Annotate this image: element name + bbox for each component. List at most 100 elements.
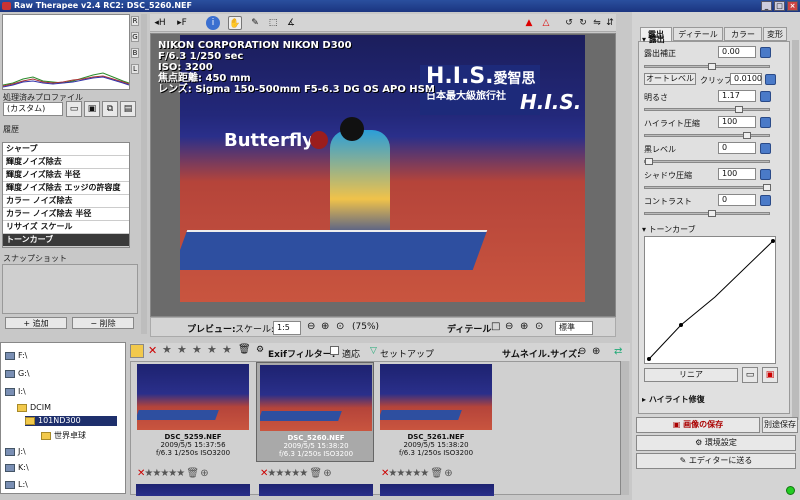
contrast-slider[interactable]: [644, 210, 770, 217]
tree-node[interactable]: 世界卓球: [41, 431, 86, 441]
tool-panel-scrollbar[interactable]: [792, 40, 799, 420]
thumbnail-item[interactable]: DSC_5261.NEF 2009/5/5 15:38:20 f/6.3 1/2…: [379, 362, 493, 458]
star-filter-icon[interactable]: ★: [177, 343, 187, 356]
paste-profile-icon[interactable]: ▤: [120, 101, 136, 117]
apply-checkbox[interactable]: [330, 346, 339, 355]
tree-node[interactable]: G:\: [5, 369, 30, 379]
info-icon[interactable]: i: [206, 16, 220, 30]
histogram-r-toggle[interactable]: R: [131, 16, 139, 26]
highlight-comp-value[interactable]: 100: [718, 116, 756, 128]
tab-transform[interactable]: 変形: [763, 27, 787, 41]
thumb-zoom-in-icon[interactable]: ⊕: [592, 346, 600, 357]
thumb-zoom-out-icon[interactable]: ⊖: [578, 346, 586, 357]
thumbnail-item-selected[interactable]: DSC_5260.NEF 2009/5/5 15:38:20 f/6.3 1/2…: [256, 362, 374, 462]
curve-point[interactable]: [679, 323, 683, 327]
histogram-b-toggle[interactable]: B: [131, 48, 139, 58]
star-filter-icon[interactable]: ★: [192, 343, 202, 356]
curve-type-select[interactable]: リニア: [644, 368, 738, 382]
trash-filter-icon[interactable]: ✕: [148, 344, 157, 357]
histogram-l-toggle[interactable]: L: [131, 64, 139, 74]
save-profile-icon[interactable]: ▣: [84, 101, 100, 117]
reset-icon[interactable]: [760, 169, 771, 180]
histogram-g-toggle[interactable]: G: [131, 32, 139, 42]
open-folder-icon[interactable]: ▭: [66, 101, 82, 117]
zoom-in-icon[interactable]: ⊕: [321, 321, 329, 332]
tone-curve-header[interactable]: ▾ トーンカーブ: [642, 224, 696, 235]
send-to-editor-button[interactable]: ✎ エディターに送る: [636, 453, 796, 469]
thumb-rating-row[interactable]: ✕★★★★★ 🗑 ⊕: [260, 468, 332, 479]
black-level-slider[interactable]: [644, 158, 770, 165]
hide-filmstrip-icon[interactable]: ▸F: [175, 16, 189, 30]
folder-filter-icon[interactable]: [130, 344, 144, 358]
detail-square-icon[interactable]: □: [491, 321, 500, 332]
setup-label[interactable]: セットアップ: [380, 347, 434, 360]
save-as-button[interactable]: 別途保存: [762, 417, 798, 433]
hand-tool-icon[interactable]: ✋: [228, 16, 242, 30]
clip-value[interactable]: 0.0100: [730, 73, 762, 85]
thumbnail-item[interactable]: DSC_5259.NEF 2009/5/5 15:37:56 f/6.3 1/2…: [136, 362, 250, 458]
history-item[interactable]: 輝度ノイズ除去: [3, 156, 129, 169]
auto-level-button[interactable]: オートレベル: [644, 73, 696, 85]
refresh-icon[interactable]: ⇄: [614, 346, 622, 357]
straighten-tool-icon[interactable]: ∡: [284, 16, 298, 30]
tree-node[interactable]: F:\: [5, 351, 27, 361]
reset-icon[interactable]: [760, 47, 771, 58]
tree-node[interactable]: J:\: [5, 447, 26, 457]
highlight-comp-knob[interactable]: [743, 132, 751, 139]
reset-icon[interactable]: [765, 74, 776, 85]
thumbnail-image[interactable]: [137, 364, 249, 430]
thumbnail-next-row[interactable]: [380, 484, 494, 496]
history-item-selected[interactable]: トーンカーブ: [3, 234, 129, 247]
detail-zoom-in-icon[interactable]: ⊕: [520, 321, 528, 332]
curve-point[interactable]: [647, 357, 651, 361]
thumb-rating-row[interactable]: ✕★★★★★ 🗑 ⊕: [381, 468, 453, 479]
tone-curve-graph[interactable]: [644, 236, 776, 364]
brightness-value[interactable]: 1.17: [718, 90, 756, 102]
thumbnail-next-row[interactable]: [136, 484, 250, 496]
left-panel-resize-handle[interactable]: [141, 14, 147, 334]
detail-zoom-fit-icon[interactable]: ⊙: [535, 321, 543, 332]
maximize-button[interactable]: □: [774, 1, 785, 11]
close-button[interactable]: ×: [787, 1, 798, 11]
reset-icon[interactable]: [760, 117, 771, 128]
white-balance-picker-icon[interactable]: ✎: [248, 16, 262, 30]
clipped-shadow-warning-icon[interactable]: △: [539, 16, 553, 30]
trash-bin-icon[interactable]: 🗑: [238, 344, 251, 355]
history-item[interactable]: リサイズ スケール: [3, 221, 129, 234]
reset-icon[interactable]: [760, 143, 771, 154]
thumbnail-scrollbar[interactable]: [620, 361, 629, 495]
crop-tool-icon[interactable]: ⬚: [266, 16, 280, 30]
highlight-comp-slider[interactable]: [644, 132, 770, 139]
rotate-left-icon[interactable]: ↺: [562, 16, 576, 30]
copy-profile-icon[interactable]: ⧉: [102, 101, 118, 117]
thumbnail-image[interactable]: [260, 365, 372, 431]
star-filter-icon[interactable]: ★: [162, 343, 172, 356]
detail-zoom-out-icon[interactable]: ⊖: [505, 321, 513, 332]
exposure-comp-value[interactable]: 0.00: [718, 46, 756, 58]
thumb-rating-row[interactable]: ✕★★★★★ 🗑 ⊕: [137, 468, 209, 479]
tone-curve-svg[interactable]: [645, 237, 775, 363]
history-item[interactable]: 輝度ノイズ除去 半径: [3, 169, 129, 182]
black-level-knob[interactable]: [645, 158, 653, 165]
history-item[interactable]: カラー ノイズ除去: [3, 195, 129, 208]
tab-detail[interactable]: ディテール: [673, 27, 723, 41]
load-curve-icon[interactable]: ▭: [742, 367, 758, 383]
history-item[interactable]: 輝度ノイズ除去 エッジの許容度: [3, 182, 129, 195]
snapshot-delete-button[interactable]: − 削除: [72, 317, 134, 329]
filter-setup-icon[interactable]: ▽: [370, 346, 377, 356]
thumbnail-next-row[interactable]: [259, 484, 373, 496]
clipped-highlight-warning-icon[interactable]: ▲: [522, 16, 536, 30]
zoom-out-icon[interactable]: ⊖: [307, 321, 315, 332]
rotate-right-icon[interactable]: ↻: [576, 16, 590, 30]
black-level-value[interactable]: 0: [718, 142, 756, 154]
exposure-section-header[interactable]: ▾ 露出: [642, 34, 665, 45]
reset-icon[interactable]: [760, 91, 771, 102]
history-item[interactable]: シャープ: [3, 143, 129, 156]
minimize-button[interactable]: _: [761, 1, 772, 11]
tree-node[interactable]: DCIM: [17, 403, 51, 413]
shadow-comp-knob[interactable]: [763, 184, 771, 191]
hide-left-panel-icon[interactable]: ◂H: [153, 16, 167, 30]
shadow-comp-slider[interactable]: [644, 184, 771, 191]
shadow-comp-value[interactable]: 100: [718, 168, 756, 180]
preferences-button[interactable]: ⚙ 環境設定: [636, 435, 796, 451]
